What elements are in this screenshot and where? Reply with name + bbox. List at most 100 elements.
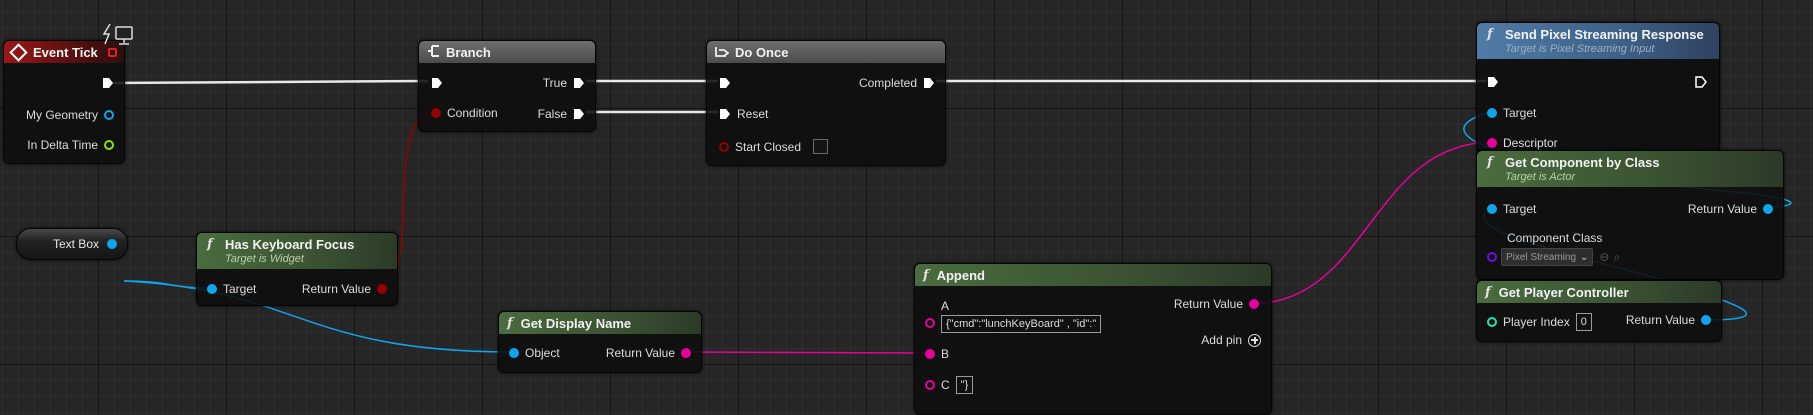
branch-exec-in-pin[interactable] [431,77,443,89]
branch-condition-row[interactable]: Condition [431,106,504,120]
start-closed-pin[interactable] [719,141,729,152]
send-target-row[interactable]: Target [1487,106,1542,120]
component-class-pin[interactable] [1487,252,1497,262]
display-name-object-pin[interactable] [509,348,519,358]
branch-node[interactable]: Branch True Condition False [418,40,596,132]
do-once-header[interactable]: Do Once [707,41,945,63]
get-component-subtitle: Target is Actor [1505,171,1576,183]
branch-true-row[interactable]: True [537,76,585,90]
do-once-reset-pin[interactable] [719,108,731,120]
do-once-reset-row[interactable]: Reset [719,107,774,121]
branch-true-pin[interactable] [573,77,585,89]
player-index-pin[interactable] [1487,317,1497,327]
get-component-node[interactable]: f Get Component by Class Target is Actor… [1476,150,1784,280]
component-return-pin[interactable] [1763,204,1773,214]
component-class-dropdown[interactable]: Pixel Streaming ⌄ [1501,248,1594,266]
do-once-completed-pin[interactable] [923,77,935,89]
component-target-row[interactable]: Target [1487,202,1542,216]
search-icon[interactable]: ⌕ [1613,250,1620,265]
send-descriptor-row[interactable]: Descriptor [1487,136,1564,150]
component-class-row[interactable]: Pixel Streaming ⌄ ⊖ ⌕ [1487,248,1620,266]
text-box-pin[interactable] [107,239,117,249]
send-target-label: Target [1503,106,1537,120]
get-player-controller-node[interactable]: f Get Player Controller Player Index 0 R… [1476,280,1722,342]
append-b-row[interactable]: B [925,347,955,361]
send-descriptor-label: Descriptor [1503,136,1558,150]
exec-wire-tick-branch [109,79,429,85]
send-target-pin[interactable] [1487,108,1497,118]
branch-condition-pin[interactable] [431,108,441,118]
send-response-subtitle: Target is Pixel Streaming Input [1505,43,1655,55]
branch-false-row[interactable]: False [532,107,585,121]
text-box-variable-node[interactable]: Text Box [16,228,128,260]
append-a-row[interactable]: A {"cmd":"lunchKeyBoard" , "id":" [925,299,1102,333]
get-display-name-node[interactable]: f Get Display Name Object Return Value [498,311,702,373]
append-c-row[interactable]: C "} [925,376,974,394]
append-return-row[interactable]: Return Value [1168,297,1259,311]
function-f-icon: f [507,315,513,331]
do-once-exec-in-row[interactable] [719,77,731,89]
add-pin-row[interactable]: Add pin [1201,333,1261,347]
start-closed-label: Start Closed [735,139,802,154]
display-name-return-row[interactable]: Return Value [600,346,691,360]
exec-out-pin-row[interactable] [102,77,114,89]
player-index-row[interactable]: Player Index 0 [1487,313,1592,331]
send-response-header[interactable]: f Send Pixel Streaming Response Target i… [1477,23,1719,59]
append-b-pin[interactable] [925,349,935,359]
do-once-node[interactable]: Do Once Completed Reset Start Closed [706,40,946,166]
focus-return-pin[interactable] [377,284,387,294]
get-component-header[interactable]: f Get Component by Class Target is Actor [1477,151,1783,187]
display-name-object-row[interactable]: Object [509,346,566,360]
controller-return-pin[interactable] [1701,315,1711,325]
player-index-input[interactable]: 0 [1575,313,1592,331]
get-display-name-header[interactable]: f Get Display Name [499,312,701,334]
do-once-completed-row[interactable]: Completed [853,76,935,90]
focus-return-row[interactable]: Return Value [296,282,387,296]
do-once-start-closed-row[interactable]: Start Closed [719,139,829,154]
use-selected-arrow-icon[interactable]: ⊖ [1599,250,1609,264]
send-exec-out-row[interactable] [1695,76,1707,88]
branch-header[interactable]: Branch [419,41,595,63]
append-node[interactable]: f Append A {"cmd":"lunchKeyBoard" , "id"… [914,263,1272,415]
send-exec-out-pin[interactable] [1695,76,1707,88]
in-delta-time-pin[interactable] [104,140,114,150]
start-closed-checkbox[interactable] [813,139,829,154]
text-box-label: Text Box [52,237,99,251]
send-exec-in-row[interactable] [1487,76,1499,88]
append-a-pin[interactable] [925,318,935,328]
has-keyboard-focus-header[interactable]: f Has Keyboard Focus Target is Widget [197,233,397,269]
component-target-pin[interactable] [1487,204,1497,214]
display-name-return-pin[interactable] [681,348,691,358]
branch-false-pin[interactable] [573,108,585,120]
function-f-icon: f [1487,155,1493,170]
event-tick-node[interactable]: Event Tick My Geometry In Delta Time [3,40,125,164]
append-a-input[interactable]: {"cmd":"lunchKeyBoard" , "id":" [941,315,1102,333]
focus-target-pin[interactable] [207,284,217,294]
plus-circle-icon[interactable] [1248,333,1261,347]
send-response-node[interactable]: f Send Pixel Streaming Response Target i… [1476,22,1720,154]
controller-return-row[interactable]: Return Value [1620,313,1711,327]
send-response-title: Send Pixel Streaming Response [1505,27,1704,42]
append-header[interactable]: f Append [915,264,1271,286]
send-descriptor-pin[interactable] [1487,138,1497,148]
component-return-row[interactable]: Return Value [1682,202,1773,216]
send-exec-in-pin[interactable] [1487,76,1499,88]
branch-title: Branch [446,44,491,60]
player-index-label: Player Index [1503,315,1570,329]
function-f-icon: f [923,267,929,283]
string-wire-displayname-b [680,351,936,354]
in-delta-time-row[interactable]: In Delta Time [21,138,114,152]
my-geometry-row[interactable]: My Geometry [20,108,114,122]
has-keyboard-focus-node[interactable]: f Has Keyboard Focus Target is Widget Ta… [196,232,398,306]
branch-exec-in-row[interactable] [431,77,443,89]
focus-target-row[interactable]: Target [207,282,262,296]
get-player-controller-title: Get Player Controller [1498,284,1629,300]
exec-out-pin[interactable] [102,77,114,89]
do-once-exec-in-pin[interactable] [719,77,731,89]
append-c-input[interactable]: "} [955,376,974,394]
append-c-pin[interactable] [925,380,935,390]
focus-target-label: Target [223,282,257,296]
append-return-pin[interactable] [1249,299,1259,309]
get-player-controller-header[interactable]: f Get Player Controller [1477,281,1721,303]
my-geometry-pin[interactable] [104,110,114,120]
